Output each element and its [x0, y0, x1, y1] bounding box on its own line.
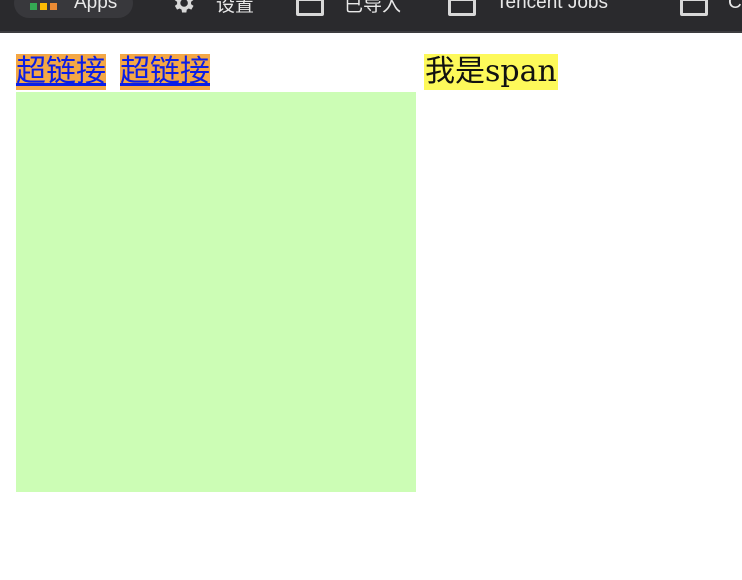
bookmark-more-label: C [728, 0, 742, 13]
bookmark-apps-label: Apps [74, 0, 118, 13]
bookmark-settings-label: 设置 [216, 0, 255, 16]
apps-grid-icon [30, 0, 58, 10]
hyperlink-2[interactable]: 超链接 [120, 54, 210, 90]
bookmark-folder-tencent-jobs[interactable]: Tencent Jobs [448, 0, 608, 18]
folder-icon [680, 0, 708, 16]
bookmark-imported-label: 已导入 [344, 0, 402, 16]
folder-icon [296, 0, 324, 16]
hyperlink-1[interactable]: 超链接 [16, 54, 106, 90]
bookmark-folder-more[interactable]: C [680, 0, 742, 18]
bookmark-apps[interactable]: Apps [14, 0, 134, 18]
bookmark-settings[interactable]: 设置 [170, 0, 254, 18]
bookmark-tencent-label: Tencent Jobs [496, 0, 608, 13]
folder-icon [448, 0, 476, 16]
span-element: 我是span [424, 54, 558, 90]
bookmark-folder-imported[interactable]: 已导入 [296, 0, 401, 18]
green-block [16, 92, 416, 492]
bookmarks-bar: Apps 设置 已导入 Tencent Jobs C [0, 0, 742, 33]
gear-icon [170, 0, 196, 16]
